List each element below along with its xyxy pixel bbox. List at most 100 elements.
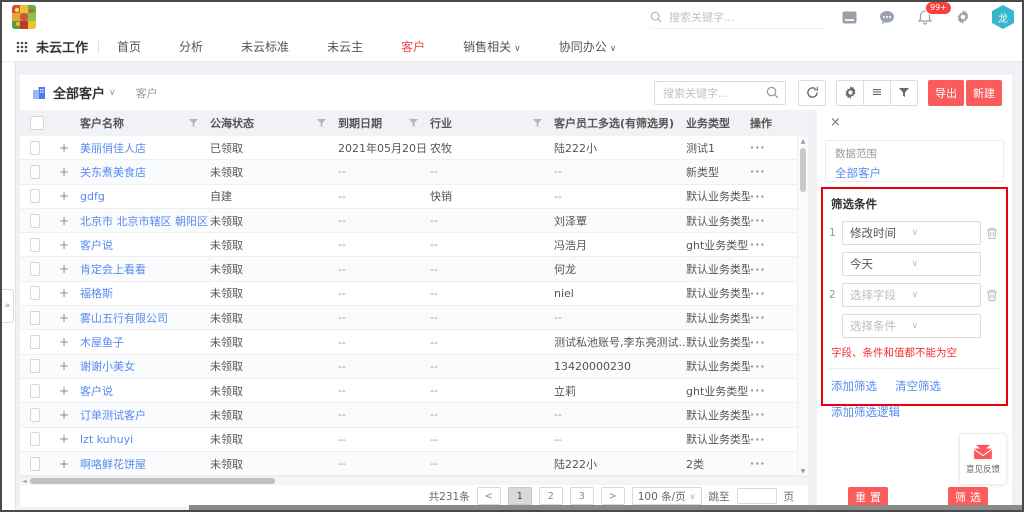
row-expand-button[interactable]: + <box>50 214 80 228</box>
row-checkbox[interactable] <box>30 311 40 325</box>
customer-name-link[interactable]: 福格斯 <box>80 285 210 301</box>
funnel-icon[interactable] <box>189 119 198 128</box>
row-more-actions-button[interactable]: ··· <box>750 311 766 324</box>
customer-name-link[interactable]: lzt kuhuyi <box>80 433 210 446</box>
row-checkbox[interactable] <box>30 141 40 155</box>
customer-name-link[interactable]: 木屋鱼子 <box>80 334 210 350</box>
add-filter-link[interactable]: 添加筛选 <box>831 378 877 394</box>
row-expand-button[interactable]: + <box>50 165 80 179</box>
funnel-icon[interactable] <box>409 119 418 128</box>
list-view-button[interactable]: ≡ <box>863 80 891 106</box>
column-settings-gear-button[interactable] <box>836 80 864 106</box>
view-selector[interactable]: 全部客户 <box>53 83 105 102</box>
delete-condition-2-trash-icon[interactable] <box>986 289 1000 302</box>
customer-name-link[interactable]: 订单测试客户 <box>80 407 210 423</box>
row-checkbox[interactable] <box>30 359 40 373</box>
select-all-checkbox[interactable] <box>30 116 44 130</box>
window-scrollbar-thumb[interactable] <box>189 505 1022 510</box>
condition-2-value-select[interactable]: 选择条件 ∨ <box>842 314 981 338</box>
row-checkbox[interactable] <box>30 165 40 179</box>
filter-toggle-button[interactable] <box>890 80 918 106</box>
row-more-actions-button[interactable]: ··· <box>750 384 766 397</box>
create-button[interactable]: 新建 <box>966 80 1002 106</box>
horizontal-scrollbar[interactable]: ◄ <box>20 476 808 485</box>
refresh-button[interactable] <box>798 80 826 106</box>
clear-filter-link[interactable]: 清空筛选 <box>895 378 941 394</box>
scroll-down-icon[interactable]: ▼ <box>798 466 808 476</box>
vertical-scrollbar-thumb[interactable] <box>800 148 806 192</box>
row-more-actions-button[interactable]: ··· <box>750 263 766 276</box>
row-checkbox[interactable] <box>30 408 40 422</box>
row-more-actions-button[interactable]: ··· <box>750 141 766 154</box>
scroll-left-icon[interactable]: ◄ <box>22 478 27 485</box>
workspace-title[interactable]: 未云工作 <box>36 37 88 56</box>
funnel-icon[interactable] <box>317 119 326 128</box>
row-expand-button[interactable]: + <box>50 189 80 203</box>
customer-name-link[interactable]: 肯定会上看看 <box>80 261 210 277</box>
chat-icon[interactable] <box>878 8 896 26</box>
next-page-button[interactable]: > <box>601 487 625 505</box>
row-checkbox[interactable] <box>30 384 40 398</box>
condition-2-field-select[interactable]: 选择字段 ∨ <box>842 283 981 307</box>
list-search-input[interactable]: 搜索关键字... <box>654 81 786 105</box>
delete-condition-1-trash-icon[interactable] <box>986 227 1000 240</box>
row-checkbox[interactable] <box>30 286 40 300</box>
page-button-3[interactable]: 3 <box>570 487 594 505</box>
funnel-icon[interactable] <box>533 119 542 128</box>
notifications-bell-icon[interactable]: 99+ <box>916 8 934 26</box>
condition-1-field-select[interactable]: 修改时间 ∨ <box>842 221 981 245</box>
horizontal-scrollbar-thumb[interactable] <box>30 478 275 484</box>
row-expand-button[interactable]: + <box>50 432 80 446</box>
journal-icon[interactable] <box>840 8 858 26</box>
row-more-actions-button[interactable]: ··· <box>750 457 766 470</box>
row-more-actions-button[interactable]: ··· <box>750 238 766 251</box>
page-button-1[interactable]: 1 <box>508 487 532 505</box>
row-more-actions-button[interactable]: ··· <box>750 433 766 446</box>
vertical-scrollbar[interactable]: ▲ ▼ <box>797 136 808 476</box>
row-more-actions-button[interactable]: ··· <box>750 190 766 203</box>
row-checkbox[interactable] <box>30 214 40 228</box>
row-more-actions-button[interactable]: ··· <box>750 408 766 421</box>
customer-name-link[interactable]: 北京市 北京市辖区 朝阳区 <box>80 213 210 229</box>
close-icon[interactable]: × <box>830 115 841 130</box>
row-checkbox[interactable] <box>30 189 40 203</box>
nav-item-3[interactable]: 未云主 <box>327 38 363 55</box>
row-expand-button[interactable]: + <box>50 457 80 471</box>
page-size-select[interactable]: 100 条/页 ∨ <box>632 487 702 505</box>
row-expand-button[interactable]: + <box>50 408 80 422</box>
row-expand-button[interactable]: + <box>50 238 80 252</box>
reset-button[interactable]: 重置 <box>848 487 888 506</box>
apply-filter-button[interactable]: 筛选 <box>948 487 988 506</box>
customer-name-link[interactable]: 关东煮美食店 <box>80 164 210 180</box>
apps-grid-icon[interactable] <box>16 41 28 53</box>
sidebar-expand-handle[interactable]: » <box>2 289 14 323</box>
nav-item-4[interactable]: 客户 <box>401 38 425 55</box>
row-expand-button[interactable]: + <box>50 359 80 373</box>
app-logo[interactable] <box>12 5 36 29</box>
search-icon[interactable] <box>766 86 779 99</box>
scope-value-link[interactable]: 全部客户 <box>835 165 994 181</box>
row-more-actions-button[interactable]: ··· <box>750 287 766 300</box>
customer-name-link[interactable]: 美丽俏佳人店 <box>80 140 210 156</box>
export-button[interactable]: 导出 <box>928 80 964 106</box>
row-checkbox[interactable] <box>30 262 40 276</box>
row-expand-button[interactable]: + <box>50 286 80 300</box>
condition-1-value-select[interactable]: 今天 ∨ <box>842 252 981 276</box>
add-filter-logic-link[interactable]: 添加筛选逻辑 <box>831 404 1000 420</box>
row-expand-button[interactable]: + <box>50 311 80 325</box>
row-more-actions-button[interactable]: ··· <box>750 214 766 227</box>
row-checkbox[interactable] <box>30 335 40 349</box>
customer-name-link[interactable]: gdfg <box>80 190 210 203</box>
row-more-actions-button[interactable]: ··· <box>750 360 766 373</box>
customer-name-link[interactable]: 客户说 <box>80 237 210 253</box>
row-expand-button[interactable]: + <box>50 384 80 398</box>
prev-page-button[interactable]: < <box>477 487 501 505</box>
settings-gear-icon[interactable] <box>954 8 972 26</box>
page-jump-input[interactable] <box>737 488 777 504</box>
row-checkbox[interactable] <box>30 457 40 471</box>
customer-name-link[interactable]: 客户说 <box>80 383 210 399</box>
page-button-2[interactable]: 2 <box>539 487 563 505</box>
row-expand-button[interactable]: + <box>50 262 80 276</box>
nav-item-0[interactable]: 首页 <box>117 38 141 55</box>
customer-name-link[interactable]: 啊咯鲜花饼屋 <box>80 456 210 472</box>
